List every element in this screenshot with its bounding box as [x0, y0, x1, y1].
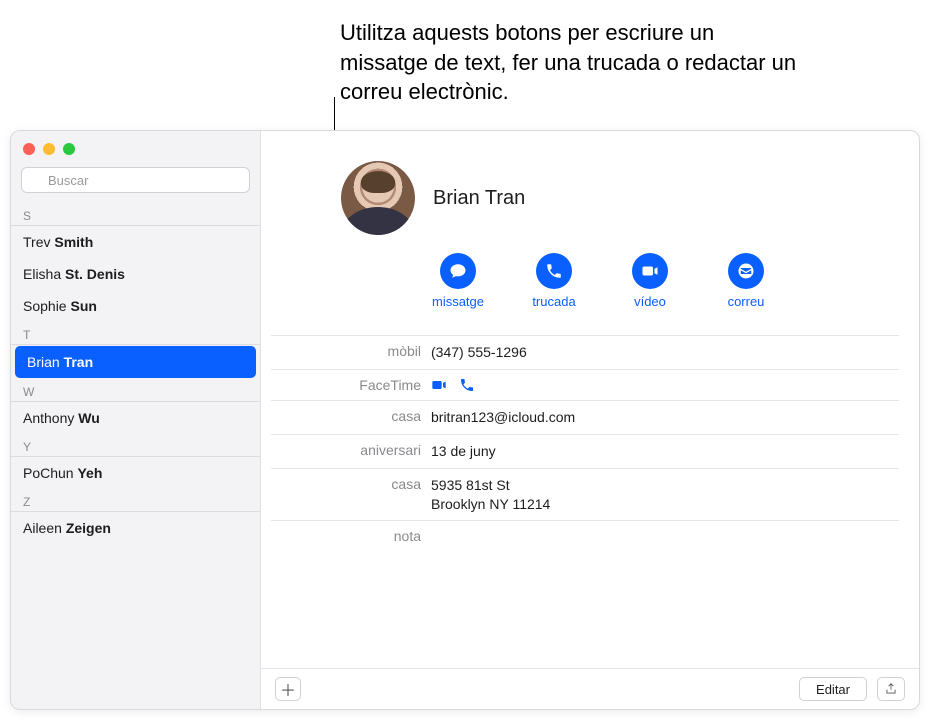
contact-list[interactable]: STrev SmithElisha St. DenisSophie SunTBr… — [11, 201, 260, 709]
addr-line-2: Brooklyn NY 11214 — [431, 495, 899, 514]
list-item[interactable]: Elisha St. Denis — [11, 258, 260, 290]
contact-detail: Brian Tran missatge trucada vídeo correu — [261, 131, 919, 709]
field-label: mòbil — [271, 343, 431, 362]
video-button[interactable]: vídeo — [623, 253, 677, 309]
section-header: T — [11, 322, 260, 345]
list-item[interactable]: Brian Tran — [15, 346, 256, 378]
field-label: FaceTime — [271, 377, 431, 393]
field-value: 13 de juny — [431, 442, 899, 461]
list-item[interactable]: Aileen Zeigen — [11, 512, 260, 544]
section-header: Z — [11, 489, 260, 512]
field-home-address[interactable]: casa 5935 81st St Brooklyn NY 11214 — [271, 468, 899, 521]
callout-text: Utilitza aquests botons per escriure un … — [340, 18, 800, 107]
minimize-window-button[interactable] — [43, 143, 55, 155]
mail-label: correu — [728, 294, 765, 309]
field-label: nota — [271, 528, 431, 544]
edit-button[interactable]: Editar — [799, 677, 867, 701]
message-label: missatge — [432, 294, 484, 309]
add-button[interactable]: ＋ — [275, 677, 301, 701]
section-header: Y — [11, 434, 260, 457]
detail-footer: ＋ Editar — [261, 668, 919, 709]
message-button[interactable]: missatge — [431, 253, 485, 309]
field-value: (347) 555-1296 — [431, 343, 899, 362]
addr-line-1: 5935 81st St — [431, 476, 899, 495]
phone-icon — [545, 262, 563, 280]
field-note[interactable]: nota — [271, 520, 899, 551]
share-icon — [884, 682, 898, 696]
action-row: missatge trucada vídeo correu — [261, 241, 919, 327]
contact-fields: mòbil (347) 555-1296 FaceTime casa britr… — [261, 327, 919, 551]
contacts-window: STrev SmithElisha St. DenisSophie SunTBr… — [10, 130, 920, 710]
sidebar: STrev SmithElisha St. DenisSophie SunTBr… — [11, 131, 261, 709]
list-item[interactable]: PoChun Yeh — [11, 457, 260, 489]
section-header: W — [11, 379, 260, 402]
field-home-email[interactable]: casa britran123@icloud.com — [271, 400, 899, 434]
field-mobile[interactable]: mòbil (347) 555-1296 — [271, 335, 899, 369]
mail-icon — [737, 262, 755, 280]
field-value: britran123@icloud.com — [431, 408, 899, 427]
fullscreen-window-button[interactable] — [63, 143, 75, 155]
call-label: trucada — [532, 294, 575, 309]
video-label: vídeo — [634, 294, 666, 309]
field-label: aniversari — [271, 442, 431, 461]
close-window-button[interactable] — [23, 143, 35, 155]
list-item[interactable]: Sophie Sun — [11, 290, 260, 322]
phone-icon[interactable] — [459, 377, 475, 393]
search-input[interactable] — [21, 167, 250, 193]
field-value: 5935 81st St Brooklyn NY 11214 — [431, 476, 899, 514]
list-item[interactable]: Trev Smith — [11, 226, 260, 258]
facetime-icons[interactable] — [431, 377, 899, 393]
section-header: S — [11, 203, 260, 226]
message-icon — [449, 262, 467, 280]
video-icon[interactable] — [431, 377, 447, 393]
video-icon — [641, 262, 659, 280]
field-label: casa — [271, 408, 431, 427]
field-value — [431, 528, 899, 544]
contact-name: Brian Tran — [433, 187, 525, 210]
window-controls — [11, 131, 260, 167]
share-button[interactable] — [877, 677, 905, 701]
list-item[interactable]: Anthony Wu — [11, 402, 260, 434]
mail-button[interactable]: correu — [719, 253, 773, 309]
call-button[interactable]: trucada — [527, 253, 581, 309]
field-label: casa — [271, 476, 431, 514]
avatar[interactable] — [341, 161, 415, 235]
plus-icon: ＋ — [280, 677, 296, 701]
field-anniversary[interactable]: aniversari 13 de juny — [271, 434, 899, 468]
field-facetime[interactable]: FaceTime — [271, 369, 899, 400]
